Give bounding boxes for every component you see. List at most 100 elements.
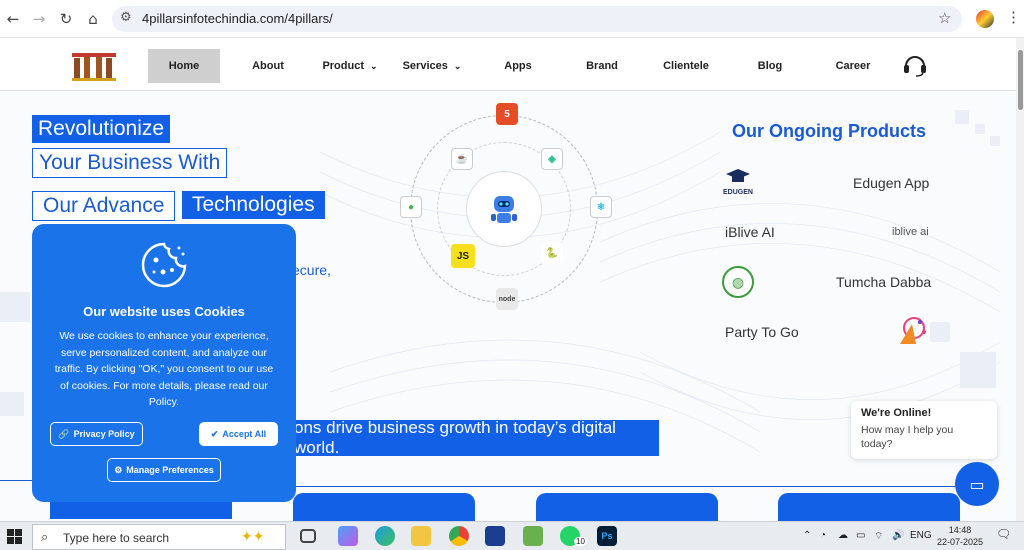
cookie-icon	[141, 242, 187, 288]
app-icon[interactable]	[523, 526, 543, 546]
nodejs-icon: node	[496, 288, 518, 310]
taskbar-search-box[interactable]: ⌕ Type here to search ✦✦	[32, 524, 286, 550]
chrome-icon[interactable]	[449, 526, 469, 546]
nav-about[interactable]: About	[240, 49, 296, 83]
product-iblive-ai[interactable]: iBlive AI	[725, 224, 775, 240]
notifications-icon[interactable]: 🗨	[996, 527, 1011, 541]
react-icon: ⚛	[590, 196, 612, 218]
back-icon[interactable]: ←	[2, 8, 24, 30]
chat-launcher-button[interactable]: ▭	[955, 462, 999, 506]
cookie-title: Our website uses Cookies	[83, 304, 245, 319]
product-edugen-app[interactable]: Edugen App	[853, 175, 929, 191]
file-explorer-icon[interactable]	[411, 526, 431, 546]
chat-title: We're Online!	[861, 407, 932, 419]
url-text: 4pillarsinfotechindia.com/4pillars/	[142, 11, 333, 26]
windows-start-icon[interactable]	[7, 529, 22, 544]
nav-product-label: Product	[322, 60, 364, 72]
tray-icon[interactable]: ◔	[820, 530, 826, 541]
link-icon: 🔗	[58, 428, 70, 439]
java-icon: ☕	[451, 148, 473, 170]
service-card[interactable]	[778, 493, 960, 521]
tech-logo-icon: ◈	[541, 148, 563, 170]
nav-career[interactable]: Career	[828, 49, 878, 83]
home-icon[interactable]: ⌂	[82, 8, 104, 30]
hero-line-1: Revolutionize	[32, 115, 171, 143]
accept-all-label: Accept All	[222, 429, 267, 439]
tumcha-dabba-logo[interactable]: ◍	[722, 266, 754, 298]
nav-blog[interactable]: Blog	[748, 49, 792, 83]
site-info-icon[interactable]: ⚙	[120, 10, 132, 25]
hero-line-2: Your Business With	[32, 148, 228, 178]
sparkle-icon: ✦✦	[241, 528, 265, 544]
nav-clientele-label: Clientele	[663, 60, 709, 72]
accept-all-button[interactable]: ✔ Accept All	[199, 422, 278, 446]
tray-chevron-icon[interactable]: ⌃	[803, 530, 811, 541]
cookie-consent-dialog: Our website uses Cookies We use cookies …	[32, 224, 296, 502]
nodejs-icon-label: node	[498, 295, 516, 303]
manage-preferences-button[interactable]: ⚙ Manage Preferences	[107, 458, 221, 482]
hero-line-3a: Our Advance	[32, 191, 176, 221]
nav-services[interactable]: Services ⌄	[397, 49, 467, 83]
task-view-icon[interactable]	[300, 529, 316, 543]
nav-brand[interactable]: Brand	[577, 49, 627, 83]
nav-brand-label: Brand	[586, 60, 618, 72]
address-bar[interactable]: ⚙ 4pillarsinfotechindia.com/4pillars/	[112, 6, 962, 32]
language-indicator[interactable]: ENG	[910, 530, 932, 541]
hero-line-3b: Technologies	[182, 191, 325, 219]
scrollbar-thumb[interactable]	[1018, 50, 1023, 110]
nav-product[interactable]: Product ⌄	[315, 49, 385, 83]
4pillars-logo[interactable]	[70, 50, 118, 84]
nav-career-label: Career	[835, 60, 871, 72]
clock-date: 22-07-2025	[936, 537, 984, 547]
javascript-icon: JS	[451, 244, 475, 268]
robot-core	[466, 171, 542, 247]
robot-icon	[491, 196, 517, 223]
tagline-banner: ons drive business growth in today’s dig…	[288, 418, 659, 457]
party-to-go-logo[interactable]	[894, 314, 930, 350]
product-tumcha-dabba[interactable]: Tumcha Dabba	[836, 274, 931, 290]
nav-home-label: Home	[168, 60, 200, 72]
divider-line	[296, 486, 976, 487]
nav-apps-label: Apps	[504, 60, 532, 72]
nav-apps[interactable]: Apps	[495, 49, 541, 83]
menu-kebab-icon[interactable]: ⋮	[1006, 8, 1021, 26]
gear-icon: ⚙	[114, 464, 123, 475]
html5-icon: 5	[496, 103, 518, 125]
app-icon[interactable]	[485, 526, 505, 546]
chevron-down-icon: ⌄	[453, 60, 462, 71]
iblive-logo[interactable]: iblive ai	[892, 226, 929, 238]
bookmark-star-icon[interactable]: ☆	[938, 9, 951, 27]
double-check-icon: ✔	[210, 428, 219, 439]
edge-icon[interactable]	[375, 526, 395, 546]
product-party-to-go[interactable]: Party To Go	[725, 324, 799, 340]
mongodb-icon: ●	[400, 196, 422, 218]
chat-bubble-icon: ▭	[969, 474, 985, 494]
edugen-logo-text: EDUGEN	[723, 189, 753, 196]
reload-icon[interactable]: ↻	[55, 8, 77, 30]
copilot-icon[interactable]	[338, 526, 358, 546]
chat-greeting-bubble[interactable]: We're Online! How may I help you today?	[851, 401, 997, 459]
html5-icon-label: 5	[504, 108, 510, 120]
cookie-text: We use cookies to enhance your experienc…	[54, 330, 274, 408]
privacy-policy-label: Privacy Policy	[73, 429, 135, 439]
nav-home[interactable]: Home	[148, 49, 220, 83]
edugen-logo[interactable]: EDUGEN	[720, 168, 756, 196]
profile-avatar[interactable]	[976, 10, 994, 28]
chat-text: How may I help you today?	[861, 424, 954, 450]
battery-icon[interactable]: ▭	[856, 530, 865, 541]
service-card[interactable]	[536, 493, 718, 521]
wifi-icon[interactable]: ⌔	[874, 530, 883, 543]
headset-icon[interactable]	[902, 52, 928, 78]
manage-preferences-label: Manage Preferences	[126, 465, 214, 475]
nav-clientele[interactable]: Clientele	[655, 49, 717, 83]
forward-icon[interactable]: →	[28, 8, 50, 30]
clock[interactable]: 14:48 22-07-2025	[936, 524, 984, 548]
chevron-down-icon: ⌄	[370, 60, 378, 71]
service-card[interactable]	[293, 493, 475, 521]
privacy-policy-button[interactable]: 🔗 Privacy Policy	[50, 422, 143, 446]
volume-icon[interactable]: 🔊	[892, 530, 904, 541]
hero-partial-text: ecure,	[292, 262, 331, 278]
page-scrollbar[interactable]	[1016, 38, 1024, 521]
cloud-icon[interactable]: ☁	[838, 530, 848, 541]
photoshop-icon[interactable]: Ps	[597, 526, 617, 546]
